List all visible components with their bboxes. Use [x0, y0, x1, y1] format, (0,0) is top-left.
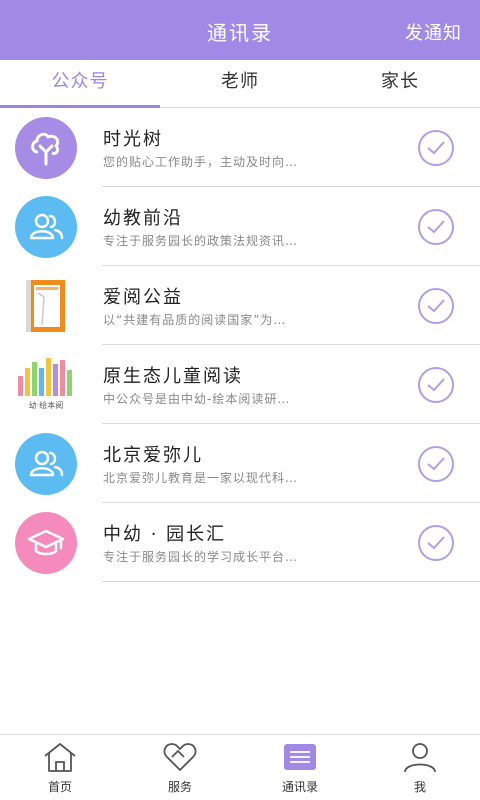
account-desc: 以“共建有品质的阅读国家”为… — [103, 313, 287, 327]
logo-text: 幼·绘本阅 — [29, 400, 64, 410]
select-checkbox[interactable] — [418, 446, 454, 482]
avatar — [15, 433, 77, 495]
avatar — [15, 275, 77, 337]
select-checkbox[interactable] — [418, 130, 454, 166]
tab-official-accounts[interactable]: 公众号 — [0, 60, 160, 108]
select-checkbox[interactable] — [418, 367, 454, 403]
divider — [102, 581, 480, 582]
account-name: 北京爱弥儿 — [103, 445, 203, 466]
header-bar: 通讯录 发通知 — [0, 0, 480, 60]
select-checkbox[interactable] — [418, 209, 454, 245]
app-screen: 通讯录 发通知 公众号 老师 家长 时光树 您的贴心工作助手，主动及时向… 幼教… — [0, 0, 480, 800]
list-item[interactable]: 幼教前沿 专注于服务园长的政策法规资讯… — [0, 187, 480, 266]
account-list: 时光树 您的贴心工作助手，主动及时向… 幼教前沿 专注于服务园长的政策法规资讯… — [0, 108, 480, 582]
account-name: 爱阅公益 — [103, 287, 183, 308]
account-name: 中幼 · 园长汇 — [103, 524, 227, 545]
people-icon — [29, 450, 64, 477]
tabbar-item-me[interactable]: 我 — [360, 735, 480, 800]
check-icon — [427, 536, 445, 550]
select-checkbox[interactable] — [418, 288, 454, 324]
tabbar-label: 我 — [413, 780, 426, 794]
tabbar-item-contacts[interactable]: 通讯录 — [240, 735, 360, 800]
avatar: 幼·绘本阅 — [12, 354, 80, 416]
tab-parents[interactable]: 家长 — [320, 60, 480, 107]
select-checkbox[interactable] — [418, 525, 454, 561]
tabbar-label: 通讯录 — [281, 780, 318, 794]
tab-teachers[interactable]: 老师 — [160, 60, 320, 107]
bottom-tab-bar: 首页 服务 通讯录 我 — [0, 734, 480, 800]
tabbar-item-home[interactable]: 首页 — [0, 735, 120, 800]
account-desc: 北京爱弥儿教育是一家以现代科… — [103, 471, 299, 485]
avatar — [15, 117, 77, 179]
account-name: 时光树 — [103, 129, 163, 150]
graduation-cap-icon — [27, 529, 65, 556]
account-desc: 专注于服务园长的政策法规资讯… — [103, 234, 299, 248]
picture-book-logo: 幼·绘本阅 — [18, 358, 72, 410]
tabbar-item-services[interactable]: 服务 — [120, 735, 240, 800]
list-item[interactable]: 中幼 · 园长汇 专注于服务园长的学习成长平台… — [0, 503, 480, 582]
avatar — [15, 196, 77, 258]
check-icon — [427, 378, 445, 392]
list-item[interactable]: 时光树 您的贴心工作助手，主动及时向… — [0, 108, 480, 187]
check-icon — [427, 457, 445, 471]
home-icon — [44, 743, 76, 772]
account-name: 幼教前沿 — [103, 208, 183, 229]
list-item[interactable]: 幼·绘本阅 原生态儿童阅读 中公众号是由中幼-绘本阅读研… — [0, 345, 480, 424]
account-name: 原生态儿童阅读 — [103, 366, 243, 387]
tabbar-label: 首页 — [47, 780, 72, 794]
list-item[interactable]: 北京爱弥儿 北京爱弥儿教育是一家以现代科… — [0, 424, 480, 503]
check-icon — [427, 299, 445, 313]
people-icon — [29, 213, 64, 240]
account-desc: 您的贴心工作助手，主动及时向… — [103, 155, 299, 169]
user-icon — [404, 743, 436, 773]
tabbar-label: 服务 — [167, 780, 192, 794]
book-logo — [26, 280, 65, 332]
tab-bar: 公众号 老师 家长 — [0, 60, 480, 108]
check-icon — [427, 220, 445, 234]
account-desc: 中公众号是由中幼-绘本阅读研… — [103, 392, 291, 406]
contacts-icon — [284, 744, 316, 770]
list-item[interactable]: 爱阅公益 以“共建有品质的阅读国家”为… — [0, 266, 480, 345]
account-desc: 专注于服务园长的学习成长平台… — [103, 550, 299, 564]
check-icon — [427, 141, 445, 155]
avatar — [15, 512, 77, 574]
heart-handshake-icon — [163, 743, 197, 771]
send-notice-button[interactable]: 发通知 — [405, 19, 462, 45]
tree-icon — [31, 132, 60, 166]
